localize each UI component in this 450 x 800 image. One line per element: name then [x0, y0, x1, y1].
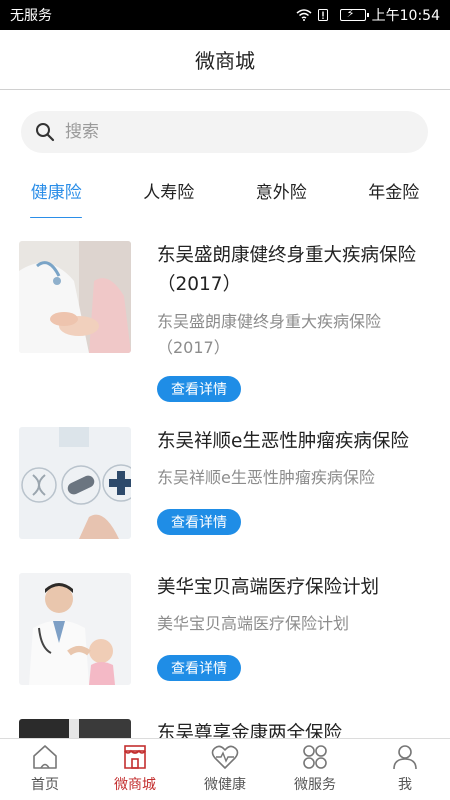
product-description: 东吴盛朗康健终身重大疾病保险（2017）	[157, 312, 382, 357]
bottom-tab-label: 首页	[31, 777, 59, 793]
category-tabs: 健康险 人寿险 意外险 年金险	[0, 168, 450, 218]
product-description: 东吴祥顺e生恶性肿瘤疾病保险	[157, 468, 375, 487]
search-bar[interactable]	[21, 111, 428, 153]
shop-icon	[124, 745, 146, 769]
home-icon	[33, 745, 57, 769]
bottom-tab-shop[interactable]: 微商城	[90, 739, 180, 800]
bottom-tab-service[interactable]: 微服务	[270, 739, 360, 800]
doctor-child-photo[interactable]	[19, 573, 131, 685]
doctor-patient-photo[interactable]	[19, 241, 131, 353]
business-photo[interactable]	[19, 719, 131, 738]
view-details-button[interactable]: 查看详情	[157, 655, 241, 681]
heart-pulse-icon	[211, 745, 239, 769]
status-bar: 无服务 ⚡ 上午10:54	[0, 0, 450, 30]
product-title[interactable]: 东吴尊享金康两全保险	[157, 719, 439, 738]
grid-icon	[303, 745, 327, 769]
bottom-tab-health[interactable]: 微健康	[180, 739, 270, 800]
page-title: 微商城	[195, 49, 255, 73]
medical-icons-photo[interactable]	[19, 427, 131, 539]
bottom-tab-label: 微商城	[114, 777, 156, 793]
product-title[interactable]: 东吴盛朗康健终身重大疾病保险（2017）	[157, 241, 439, 299]
status-icons: ⚡ 上午10:54	[296, 5, 440, 25]
person-icon	[393, 745, 417, 770]
tab-label: 意外险	[255, 183, 307, 203]
alert-icon	[317, 9, 334, 21]
product-card[interactable]: 美华宝贝高端医疗保险计划 美华宝贝高端医疗保险计划 查看详情	[19, 573, 439, 688]
battery-icon: ⚡	[339, 7, 369, 21]
view-details-button[interactable]: 查看详情	[157, 509, 241, 535]
clock: 上午10:54	[371, 8, 440, 24]
bottom-tab-label: 微服务	[294, 777, 336, 793]
tab-life[interactable]: 人寿险	[113, 168, 226, 218]
carrier-label: 无服务	[10, 8, 52, 24]
bottom-tab-home[interactable]: 首页	[0, 739, 90, 800]
tab-label: 年金险	[368, 183, 420, 203]
nav-header: 微商城	[0, 30, 450, 90]
product-title[interactable]: 东吴祥顺e生恶性肿瘤疾病保险	[157, 427, 439, 456]
view-details-button[interactable]: 查看详情	[157, 376, 241, 402]
tab-label: 健康险	[30, 183, 82, 203]
bottom-tab-me[interactable]: 我	[360, 739, 450, 800]
product-card[interactable]: 东吴祥顺e生恶性肿瘤疾病保险 东吴祥顺e生恶性肿瘤疾病保险 查看详情	[19, 427, 439, 542]
tab-label: 人寿险	[143, 183, 195, 203]
tab-health[interactable]: 健康险	[0, 168, 113, 218]
product-title[interactable]: 美华宝贝高端医疗保险计划	[157, 573, 439, 602]
product-card[interactable]: 东吴尊享金康两全保险	[19, 719, 439, 738]
wifi-icon	[296, 9, 312, 21]
search-icon	[35, 122, 55, 142]
tab-accident[interactable]: 意外险	[225, 168, 338, 218]
bottom-tab-bar: 首页 微商城 微健康 微服务 我	[0, 738, 450, 800]
tab-active-indicator	[30, 217, 83, 218]
bottom-tab-label: 微健康	[204, 777, 246, 793]
search-input[interactable]	[65, 122, 365, 142]
product-card[interactable]: 东吴盛朗康健终身重大疾病保险（2017） 东吴盛朗康健终身重大疾病保险（2017…	[19, 241, 439, 402]
bottom-tab-label: 我	[398, 777, 412, 793]
product-list[interactable]: 东吴盛朗康健终身重大疾病保险（2017） 东吴盛朗康健终身重大疾病保险（2017…	[0, 230, 450, 738]
tab-annuity[interactable]: 年金险	[338, 168, 450, 218]
product-description: 美华宝贝高端医疗保险计划	[157, 614, 350, 633]
